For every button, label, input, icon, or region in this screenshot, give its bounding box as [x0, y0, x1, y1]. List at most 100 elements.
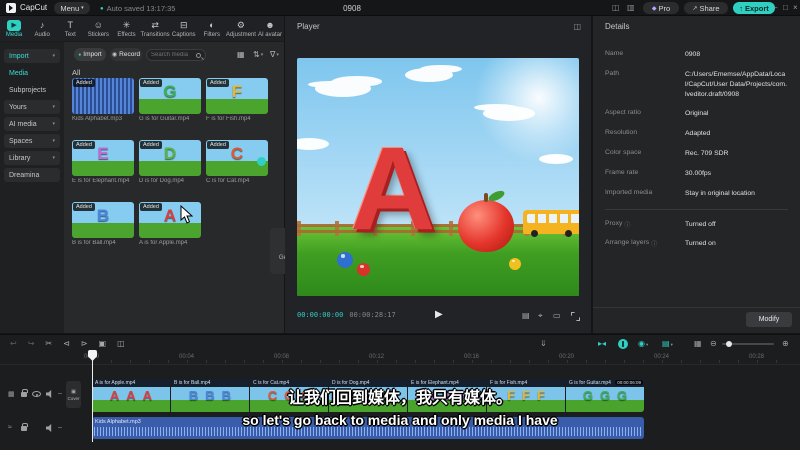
media-item[interactable]: C Added C is for Cat.mp4 [206, 140, 268, 184]
playhead-line[interactable] [92, 352, 93, 442]
snapping-icon[interactable] [618, 339, 628, 349]
sidebar-item-label: Import [9, 52, 29, 60]
timeline-tool-button[interactable]: ⊲ [63, 339, 70, 348]
lock-audio-icon[interactable] [21, 423, 28, 431]
cover-button[interactable]: ▣ Cover [66, 381, 81, 408]
field-value: 30.00fps [685, 169, 712, 177]
close-button[interactable]: × [793, 3, 798, 12]
track-options-button[interactable]: ▤▾ [662, 339, 673, 348]
timeline-ruler[interactable]: 00:0000:0400:0800:1200:1600:2000:2400:28 [0, 352, 800, 365]
media-section-label[interactable]: All [72, 68, 80, 77]
collapse-audio-icon[interactable]: – [58, 424, 62, 431]
track-view-icon[interactable]: ▦ [694, 339, 702, 348]
timeline-toolbar: ► ▾ ↩ ↪ ✂ ⊲ ⊳ ▣ [10, 335, 125, 352]
sidebar-item[interactable]: Dreamina [4, 168, 60, 182]
ribbon-tab-icon: T [67, 20, 74, 30]
audio-track-icon[interactable]: ≈ [8, 424, 12, 431]
sidebar-item[interactable]: Media [4, 66, 60, 80]
ribbon-tab[interactable]: ⊟ Captions [170, 16, 198, 41]
preview-quality-icon[interactable]: ▤ [522, 311, 530, 320]
details-row: Proxy ⓘ Turned off [593, 220, 800, 230]
timeline-tool-button[interactable]: ◫ [117, 339, 125, 348]
zoom-in-icon[interactable]: ⊕ [782, 339, 789, 348]
mute-track-icon[interactable] [46, 390, 52, 398]
media-item[interactable]: G Added G is for Guitar.mp4 [139, 78, 201, 122]
timeline-tool-button[interactable]: ⊳ [81, 339, 88, 348]
zoom-out-icon[interactable]: ⊖ [710, 339, 717, 348]
main-track-icon[interactable]: ▦ [8, 390, 15, 398]
search-input[interactable] [151, 52, 196, 58]
media-item[interactable]: Added Kids Alphabet.mp3 [72, 78, 134, 122]
clip-name: B is for Ball.mp4 [171, 379, 249, 387]
chevron-down-icon: ▾ [52, 53, 55, 59]
link-clips-button[interactable]: ◉▾ [638, 339, 648, 348]
media-item[interactable]: F Added F is for Fish.mp4 [206, 78, 268, 122]
project-title: 0908 [343, 4, 361, 13]
sort-button[interactable]: ⇅ ▾ [253, 50, 263, 59]
magnet-icon[interactable]: ▸◂ [598, 339, 606, 348]
lock-track-icon[interactable] [21, 389, 28, 397]
filter-button[interactable]: ∇ ▾ [270, 50, 279, 59]
panel-layout-icon[interactable]: ▥ [627, 3, 635, 12]
grid-view-button[interactable]: ▦ [237, 50, 245, 59]
sidebar-item[interactable]: Import ▾ [4, 49, 60, 63]
fullscreen-icon[interactable] [571, 312, 579, 320]
ribbon-tab[interactable]: ☻ AI avatar [256, 16, 284, 41]
ribbon-tab[interactable]: ▶ Media [0, 16, 28, 41]
timeline-tool-button[interactable]: ✂ [45, 339, 52, 348]
modify-button[interactable]: Modify [746, 312, 792, 327]
app-name: CapCut [20, 3, 48, 12]
tool-icon: ⊲ [63, 339, 70, 348]
aspect-ratio-icon[interactable]: ▭ [553, 311, 561, 320]
link-icon: ◉ [638, 339, 645, 348]
focus-icon[interactable]: ⌖ [538, 311, 543, 321]
collapse-track-icon[interactable]: – [58, 390, 62, 397]
maximize-button[interactable]: □ [783, 3, 788, 12]
ribbon-tab[interactable]: ♪ Audio [28, 16, 56, 41]
mute-audio-icon[interactable] [46, 424, 52, 432]
timeline-tool-button[interactable]: ↩ [10, 339, 17, 348]
cover-icon: ▣ [71, 388, 76, 395]
timeline-zoom-slider[interactable] [722, 341, 774, 347]
menu-button[interactable]: Menu ▾ [54, 2, 90, 14]
sidebar-item[interactable]: Yours ▾ [4, 100, 60, 114]
sidebar-item[interactable]: Subprojects [4, 83, 60, 97]
ribbon-tab[interactable]: ✳ Effects [112, 16, 140, 41]
layout-toggle-icon[interactable]: ◫ [612, 3, 620, 12]
ribbon-tab[interactable]: ⚙ Adjustment [226, 16, 256, 41]
slider-handle[interactable] [726, 341, 732, 347]
media-item[interactable]: E Added E is for Elephant.mp4 [72, 140, 134, 184]
ribbon-tab[interactable]: ◐ Filters [198, 16, 226, 41]
voiceover-icon[interactable]: ⇓ [540, 339, 547, 348]
sidebar-item[interactable]: Spaces ▾ [4, 134, 60, 148]
media-search[interactable] [146, 49, 206, 61]
timeline-clip[interactable]: G is for Guitar.mp4 00:00:06:09 GGG [566, 379, 644, 412]
cloud [483, 106, 535, 121]
field-label: Aspect ratio [605, 109, 641, 117]
sidebar-item[interactable]: AI media ▾ [4, 117, 60, 131]
pro-button[interactable]: ◆ Pro [643, 2, 679, 14]
timeline-clip[interactable]: B is for Ball.mp4 BBB [171, 379, 249, 412]
record-button[interactable]: ◉ Record [110, 48, 142, 61]
media-item[interactable]: D Added D is for Dog.mp4 [139, 140, 201, 184]
hide-track-icon[interactable] [32, 391, 41, 397]
play-button[interactable]: ▶ [435, 309, 443, 320]
minimize-button[interactable]: – [773, 3, 777, 12]
import-button[interactable]: ● Import [74, 48, 106, 61]
field-label: Path [605, 69, 619, 77]
export-button[interactable]: ↑ Export [733, 2, 775, 14]
detach-player-icon[interactable]: ◫ [573, 22, 581, 31]
timeline-tool-button[interactable]: ▣ [99, 339, 107, 348]
ribbon-tab[interactable]: ⇄ Transitions [141, 16, 170, 41]
ribbon-tab[interactable]: T Text [56, 16, 84, 41]
sidebar-item[interactable]: Library ▾ [4, 151, 60, 165]
field-value: Rec. 709 SDR [685, 150, 729, 158]
media-item-name: D is for Dog.mp4 [139, 178, 185, 184]
ribbon-tab[interactable]: ☺ Stickers [84, 16, 112, 41]
details-row: Path C:/Users/Ememse/AppData/Local/CapCu… [593, 70, 800, 100]
media-item[interactable]: B Added B is for Ball.mp4 [72, 202, 134, 246]
timeline-tool-button[interactable]: ↪ [28, 339, 35, 348]
video-preview[interactable]: A [297, 58, 579, 296]
timeline-clip[interactable]: A is for Apple.mp4 AAA [92, 379, 170, 412]
share-button[interactable]: ↗ Share [684, 2, 728, 14]
